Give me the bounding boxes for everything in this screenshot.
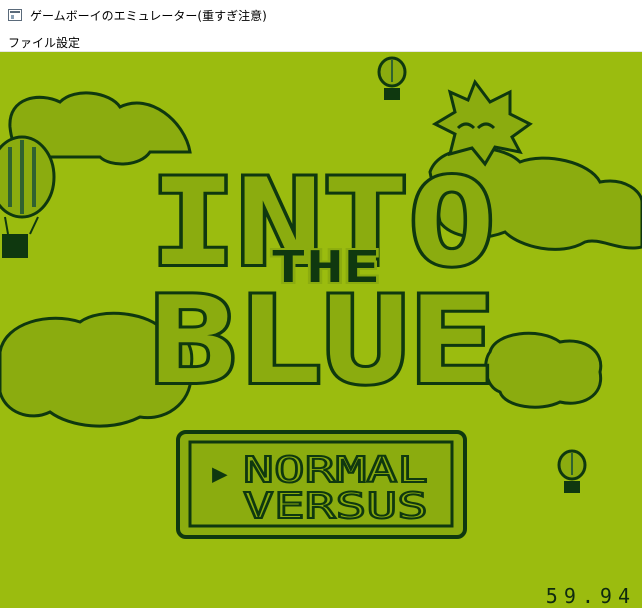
title-blue: BLUE xyxy=(150,272,495,411)
window-title: ゲームボーイのエミュレーター(重すぎ注意) xyxy=(30,9,267,23)
hot-air-balloon-icon xyxy=(0,135,56,258)
fps-counter: 59.94 xyxy=(545,584,636,608)
menu-bar: ファイル 設定 xyxy=(0,31,642,52)
app-icon xyxy=(8,9,22,21)
menu-option-normal[interactable]: NORMAL xyxy=(242,449,429,492)
small-balloon-icon xyxy=(377,56,407,100)
menu-option-versus[interactable]: VERSUS xyxy=(242,485,429,528)
game-screen[interactable]: INTO THE BLUE ▶ NORMAL VERSUS 59.94 xyxy=(0,52,642,608)
title-bar: ゲームボーイのエミュレーター(重すぎ注意) xyxy=(0,0,642,31)
menu-file[interactable]: ファイル xyxy=(8,34,56,51)
sun-icon xyxy=(431,78,533,167)
title-logo: INTO THE BLUE xyxy=(147,151,498,414)
small-balloon-icon-right xyxy=(557,449,587,493)
menu-settings[interactable]: 設定 xyxy=(56,34,80,51)
cloud-right-bottom xyxy=(484,331,603,409)
menu-cursor-icon: ▶ xyxy=(212,459,228,489)
mode-menu[interactable]: ▶ NORMAL VERSUS xyxy=(176,430,467,539)
game-canvas: INTO THE BLUE ▶ NORMAL VERSUS xyxy=(0,56,642,539)
